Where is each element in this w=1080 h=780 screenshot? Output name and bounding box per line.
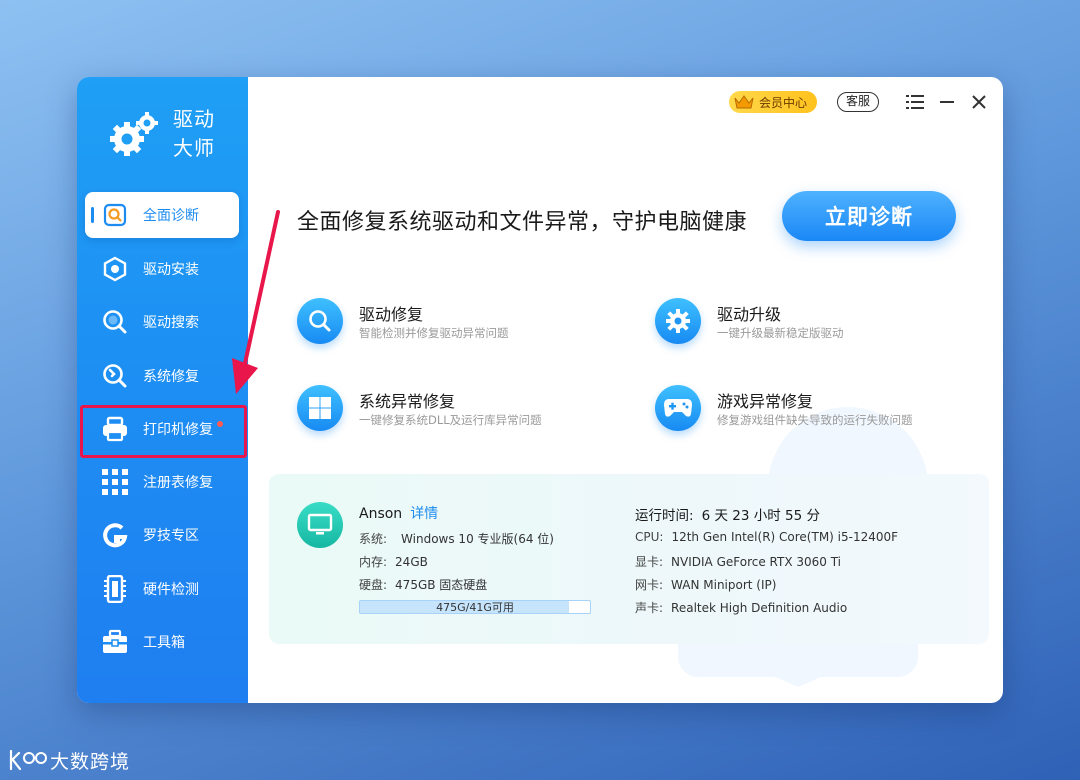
sidebar-item-driver-search[interactable]: 驱动搜索: [85, 299, 239, 345]
vip-center-label: 会员中心: [758, 95, 807, 110]
uptime-row: 运行时间: 6 天 23 小时 55 分: [635, 504, 820, 524]
feature-game-repair[interactable]: 游戏异常修复 修复游戏组件缺失导致的运行失败问题: [655, 385, 955, 435]
nic-value: WAN Miniport (IP): [671, 578, 777, 592]
feature-subtitle: 一键修复系统DLL及运行库异常问题: [359, 413, 542, 427]
uptime-value: 6 天 23 小时 55 分: [701, 508, 820, 524]
sidebar-item-full-diagnosis[interactable]: 全面诊断: [85, 192, 239, 238]
vip-center-button[interactable]: 会员中心: [728, 91, 817, 113]
minimize-icon[interactable]: [937, 92, 957, 112]
system-info-panel: Anson 详情 系统: Windows 10 专业版(64 位) 内存: 24GB …: [269, 474, 989, 644]
monitor-icon: [297, 502, 343, 548]
gpu-label: 显卡:: [635, 555, 664, 569]
details-link[interactable]: 详情: [410, 506, 438, 522]
top-bar: 会员中心 客服: [728, 91, 989, 113]
feature-system-repair[interactable]: 系统异常修复 一键修复系统DLL及运行库异常问题: [297, 385, 597, 435]
diagnose-now-button[interactable]: 立即诊断: [782, 191, 956, 241]
sidebar-item-driver-install[interactable]: 驱动安装: [85, 246, 239, 292]
crown-icon: [734, 95, 754, 109]
main-panel: 会员中心 客服 全面修复系统驱动和文件异常，守护电脑健康 立即诊断 驱动修复 智…: [248, 77, 1003, 703]
app-logo: 驱动 大师: [107, 105, 237, 165]
windows-icon: [297, 385, 343, 431]
logitech-g-icon: [101, 521, 129, 549]
sidebar-item-toolbox[interactable]: 工具箱: [85, 619, 239, 665]
cpu-row: CPU: 12th Gen Intel(R) Core(TM) i5-12400F: [635, 530, 898, 544]
footer-brand-text: 大数跨境: [50, 750, 131, 773]
wrench-icon: [101, 362, 129, 390]
audio-value: Realtek High Definition Audio: [671, 601, 848, 615]
gpu-value: NVIDIA GeForce RTX 3060 Ti: [671, 555, 842, 569]
customer-service-button[interactable]: 客服: [836, 92, 879, 112]
app-window: 驱动 大师 全面诊断 驱动安装 驱动搜索 系统修复 打印机修复 注册表修复 罗技…: [77, 77, 1003, 703]
sidebar-item-label: 工具箱: [143, 635, 185, 651]
grid-icon: [101, 468, 129, 496]
sidebar-item-hardware-check[interactable]: 硬件检测: [85, 566, 239, 612]
memory-chip-icon: [101, 575, 129, 603]
feature-title: 系统异常修复: [359, 392, 456, 411]
gpu-row: 显卡: NVIDIA GeForce RTX 3060 Ti: [635, 553, 841, 570]
cpu-value: 12th Gen Intel(R) Core(TM) i5-12400F: [671, 530, 899, 544]
hex-nut-icon: [101, 255, 129, 283]
sidebar-item-label: 系统修复: [143, 369, 199, 385]
feature-driver-repair[interactable]: 驱动修复 智能检测并修复驱动异常问题: [297, 298, 597, 348]
ram-value: 24GB: [395, 555, 428, 569]
nic-label: 网卡:: [635, 578, 664, 592]
feature-title: 驱动修复: [359, 305, 424, 324]
disk-value: 475GB 固态硬盘: [395, 578, 488, 592]
sidebar-item-label: 全面诊断: [143, 208, 199, 224]
audio-row: 声卡: Realtek High Definition Audio: [635, 599, 847, 616]
magnifier-icon: [297, 298, 343, 344]
footer-brand: 大数跨境: [8, 745, 130, 775]
feature-subtitle: 修复游戏组件缺失导致的运行失败问题: [717, 413, 913, 427]
audio-label: 声卡:: [635, 601, 664, 615]
magnifier-icon: [101, 308, 129, 336]
menu-icon[interactable]: [905, 92, 925, 112]
app-name-line2: 大师: [173, 136, 215, 160]
sidebar-item-registry-repair[interactable]: 注册表修复: [85, 459, 239, 505]
app-name-line1: 驱动: [173, 107, 215, 131]
sidebar-item-label: 注册表修复: [143, 475, 213, 491]
ram-row: 内存: 24GB: [359, 553, 428, 570]
os-label: 系统:: [359, 532, 388, 546]
nic-row: 网卡: WAN Miniport (IP): [635, 576, 776, 593]
feature-subtitle: 一键升级最新稳定版驱动: [717, 326, 844, 340]
disk-usage-text: 475G/41G可用: [436, 601, 514, 614]
feature-title: 驱动升级: [717, 305, 782, 324]
sidebar-item-label: 硬件检测: [143, 582, 199, 598]
sidebar-item-label: 驱动搜索: [143, 315, 199, 331]
ram-label: 内存:: [359, 555, 388, 569]
sidebar-item-logitech[interactable]: 罗技专区: [85, 512, 239, 558]
os-row: 系统: Windows 10 专业版(64 位): [359, 530, 554, 547]
sidebar: 驱动 大师 全面诊断 驱动安装 驱动搜索 系统修复 打印机修复 注册表修复 罗技…: [77, 77, 248, 703]
sidebar-item-label: 罗技专区: [143, 528, 199, 544]
disk-row: 硬盘: 475GB 固态硬盘: [359, 576, 487, 593]
toolbox-icon: [101, 628, 129, 656]
gears-logo-icon: [110, 112, 158, 156]
printer-repair-highlight-box: [80, 405, 247, 458]
brand-logo-icon: [9, 749, 47, 771]
feature-title: 游戏异常修复: [717, 392, 814, 411]
sidebar-item-label: 驱动安装: [143, 262, 199, 278]
sidebar-item-system-repair[interactable]: 系统修复: [85, 353, 239, 399]
app-name: 驱动 大师: [173, 105, 215, 163]
red-arrow-annotation: [232, 210, 280, 394]
search-box-icon: [101, 201, 129, 229]
headline: 全面修复系统驱动和文件异常，守护电脑健康: [297, 210, 748, 235]
disk-label: 硬盘:: [359, 578, 388, 592]
feature-driver-upgrade[interactable]: 驱动升级 一键升级最新稳定版驱动: [655, 298, 955, 348]
gamepad-icon: [655, 385, 701, 431]
user-name: Anson: [359, 506, 403, 522]
user-name-row: Anson 详情: [359, 503, 438, 523]
feature-subtitle: 智能检测并修复驱动异常问题: [359, 326, 509, 340]
close-icon[interactable]: [969, 92, 989, 112]
os-value: Windows 10 专业版(64 位): [401, 532, 554, 546]
cpu-label: CPU:: [635, 530, 664, 544]
gear-icon: [655, 298, 701, 344]
disk-usage-bar: 475G/41G可用: [359, 600, 591, 614]
uptime-label: 运行时间:: [635, 508, 694, 524]
